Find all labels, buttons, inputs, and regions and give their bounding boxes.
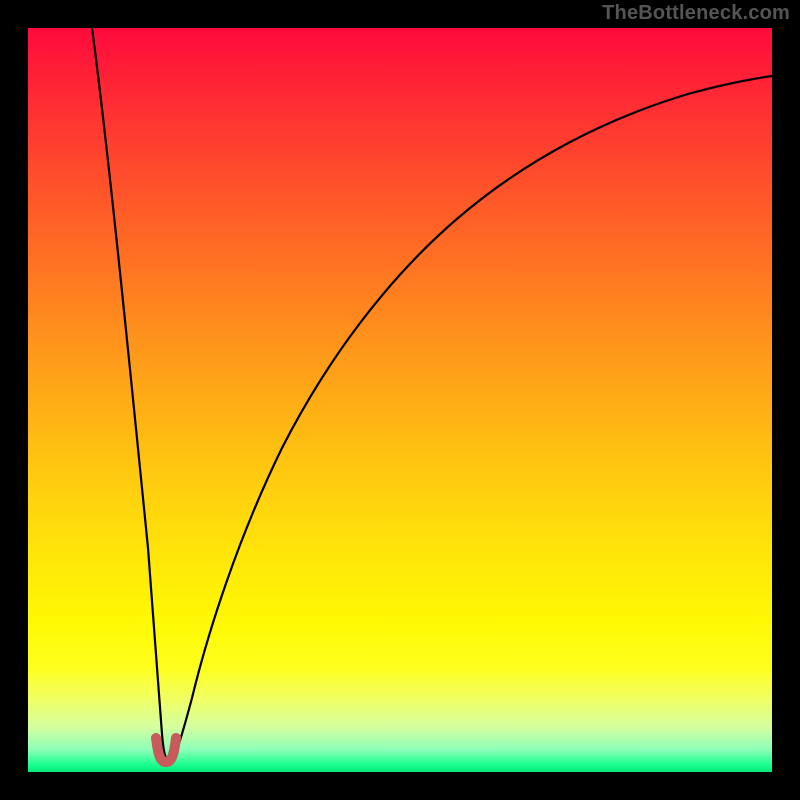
attribution-label: TheBottleneck.com <box>602 2 790 25</box>
chart-canvas: TheBottleneck.com <box>0 0 800 800</box>
bottleneck-curve <box>92 28 772 761</box>
minimum-marker <box>156 738 176 762</box>
curve-layer <box>28 28 772 772</box>
plot-area <box>28 28 772 772</box>
